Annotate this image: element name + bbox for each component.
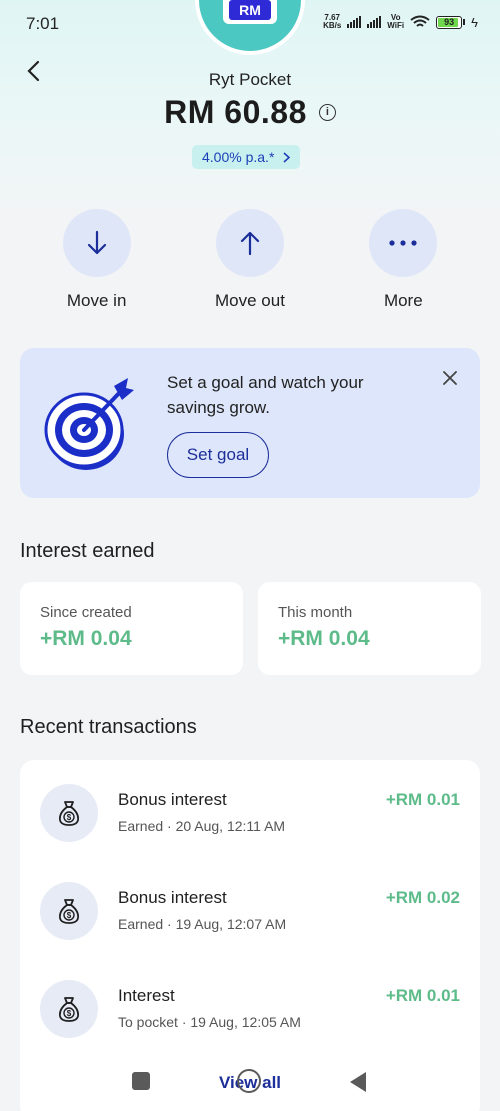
home-nav-icon[interactable] (237, 1069, 261, 1093)
transaction-title: Bonus interest (118, 790, 227, 809)
status-time: 7:01 (26, 14, 60, 33)
avatar-label: RM (229, 0, 271, 20)
transaction-row[interactable]: $ Bonus interest Earned · 19 Aug, 12:07 … (20, 858, 480, 940)
signal-icon-2 (367, 16, 382, 28)
move-out-button[interactable]: Move out (195, 209, 305, 311)
vowifi-indicator: Vo WiFi (387, 14, 404, 30)
transaction-title: Interest (118, 986, 175, 1005)
move-in-button[interactable]: Move in (42, 209, 152, 311)
balance-amount: RM 60.88 (164, 94, 307, 130)
charging-icon: ϟ (471, 14, 478, 30)
this-month-value: +RM 0.04 (278, 627, 370, 650)
transaction-amount: +RM 0.02 (385, 888, 460, 907)
interest-rate-pill[interactable]: 4.00% p.a.* (192, 145, 301, 169)
arrow-up-icon (240, 231, 260, 256)
move-out-circle[interactable] (215, 209, 284, 277)
set-goal-button[interactable]: Set goal (167, 432, 269, 478)
recents-nav-icon[interactable] (132, 1072, 150, 1090)
interest-earned-title: Interest earned (20, 540, 155, 562)
money-bag-icon: $ (40, 980, 98, 1038)
svg-text:$: $ (67, 911, 72, 920)
action-row: Move in Move out More (0, 209, 500, 311)
transaction-subtitle: Earned · 20 Aug, 12:11 AM (118, 818, 286, 834)
transaction-row[interactable]: $ Interest To pocket · 19 Aug, 12:05 AM … (20, 956, 480, 1038)
interest-rate-label: 4.00% p.a.* (202, 149, 275, 165)
battery-icon: 93 (436, 15, 466, 29)
transaction-title: Bonus interest (118, 888, 227, 907)
interest-since-created-card: Since created +RM 0.04 (20, 582, 243, 675)
target-icon (44, 378, 134, 470)
transaction-row[interactable]: $ Bonus interest Earned · 20 Aug, 12:11 … (20, 760, 480, 842)
chevron-right-icon (283, 151, 291, 163)
recent-transactions-title: Recent transactions (20, 716, 197, 738)
close-icon[interactable] (440, 368, 460, 388)
this-month-label: This month (278, 604, 353, 621)
money-bag-icon: $ (40, 882, 98, 940)
svg-text:$: $ (67, 813, 72, 822)
transaction-subtitle: Earned · 19 Aug, 12:07 AM (118, 916, 287, 932)
transaction-subtitle: To pocket · 19 Aug, 12:05 AM (118, 1014, 301, 1030)
network-speed: 7.67 KB/s (323, 14, 341, 30)
back-nav-icon[interactable] (350, 1072, 366, 1092)
more-button[interactable]: More (348, 209, 458, 311)
network-speed-unit: KB/s (323, 21, 342, 30)
transactions-card: $ Bonus interest Earned · 20 Aug, 12:11 … (20, 760, 480, 1111)
balance-row: RM 60.88 i (0, 94, 500, 131)
money-bag-icon: $ (40, 784, 98, 842)
interest-this-month-card: This month +RM 0.04 (258, 582, 481, 675)
vowifi-bottom: WiFi (387, 21, 405, 30)
transaction-amount: +RM 0.01 (385, 986, 460, 1005)
more-dots-icon (389, 240, 417, 246)
move-out-label: Move out (215, 291, 285, 310)
battery-level: 93 (444, 16, 455, 27)
move-in-label: Move in (66, 291, 127, 310)
move-in-circle[interactable] (62, 209, 131, 277)
signal-icon (347, 16, 362, 28)
pocket-avatar: RM (195, 0, 305, 55)
goal-card: Set a goal and watch your savings grow. … (20, 348, 480, 498)
transaction-amount: +RM 0.01 (385, 790, 460, 809)
svg-text:$: $ (67, 1009, 72, 1018)
goal-message: Set a goal and watch your savings grow. (167, 373, 364, 417)
arrow-down-icon (87, 230, 106, 255)
more-label: More (383, 291, 423, 310)
wifi-icon (410, 15, 430, 27)
more-circle[interactable] (369, 209, 438, 277)
status-icons: 7.67 KB/s Vo WiFi 93 ϟ (323, 14, 478, 30)
since-created-value: +RM 0.04 (40, 627, 132, 650)
since-created-label: Since created (40, 604, 132, 621)
pocket-name: Ryt Pocket (208, 70, 292, 89)
info-icon[interactable]: i (318, 104, 336, 121)
